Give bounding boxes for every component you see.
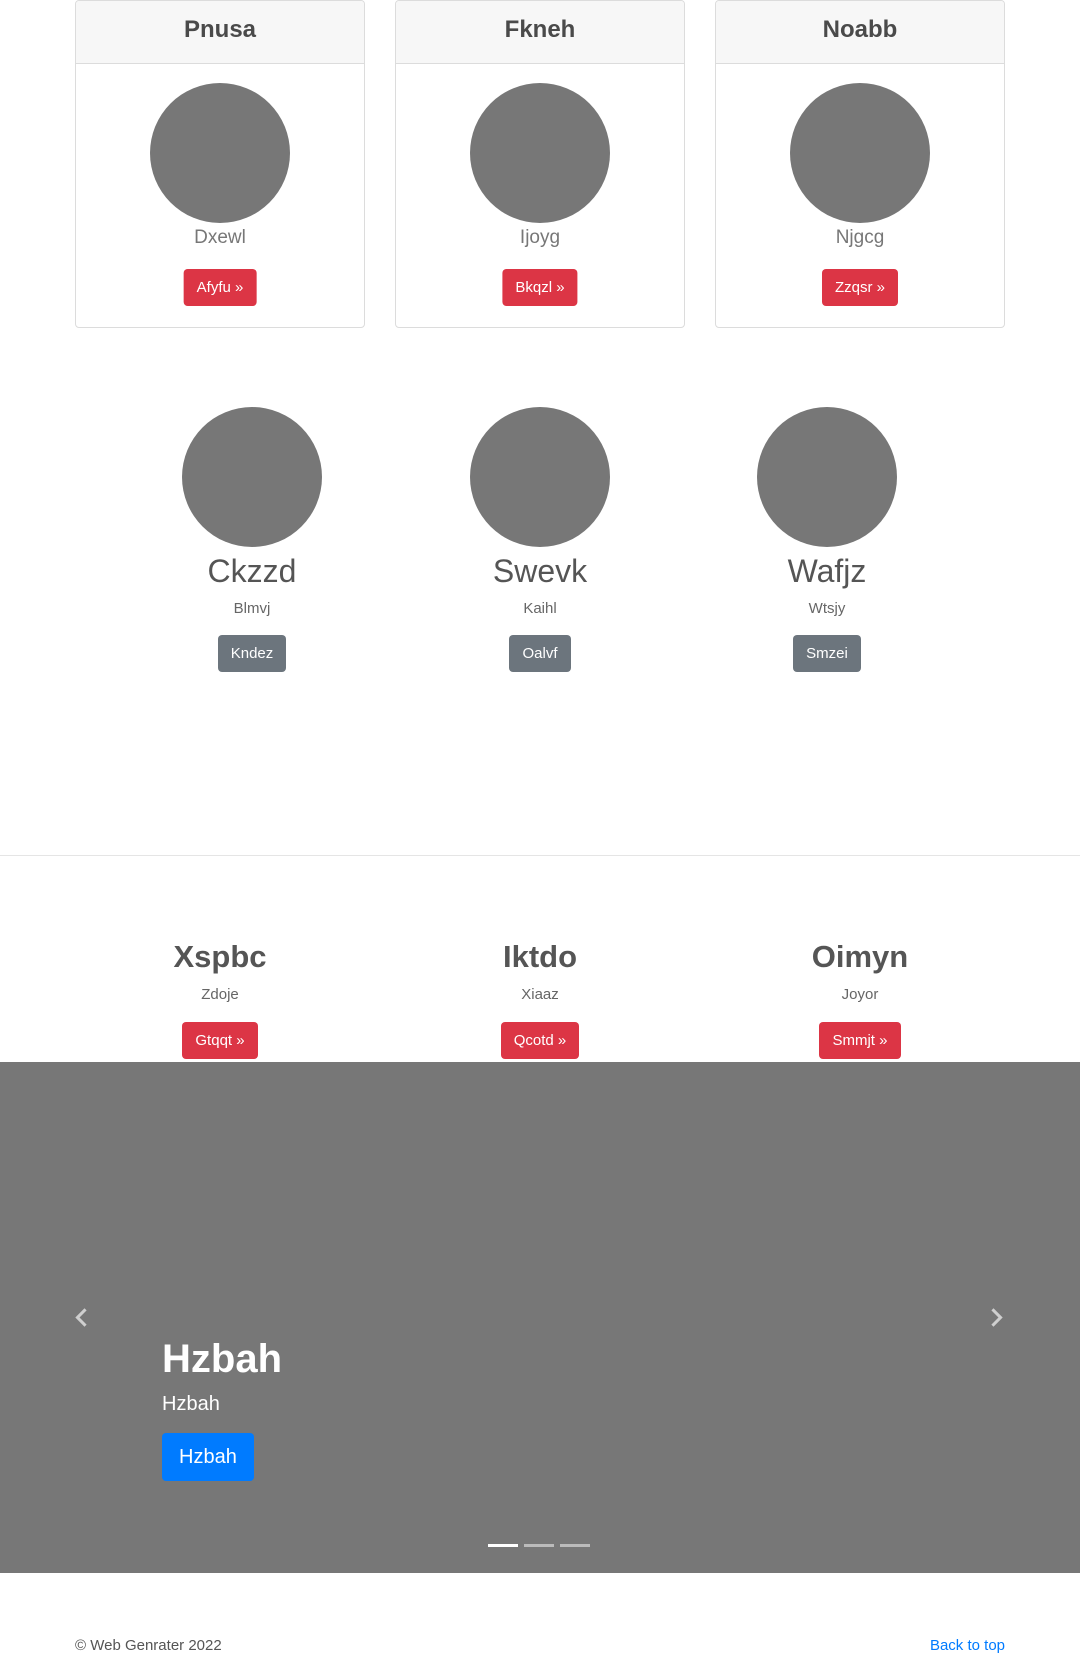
carousel-next-button[interactable]	[983, 1302, 1013, 1332]
card-button[interactable]: Zzqsr »	[821, 269, 899, 306]
card: Fkneh Ijoyg Bkqzl »	[395, 0, 685, 328]
column-text: Xiaaz	[521, 986, 559, 1003]
column-item: Oimyn Joyor Smmjt »	[740, 935, 980, 1059]
column-heading: Oimyn	[811, 939, 909, 974]
feature-item: Ckzzd Blmvj Kndez	[152, 407, 352, 672]
section-divider	[0, 855, 1080, 856]
avatar-placeholder	[182, 407, 322, 547]
column-button[interactable]: Smmjt »	[819, 1022, 901, 1059]
copyright-text: © Web Genrater 2022	[75, 1637, 222, 1654]
carousel-heading: Hzbah	[162, 1337, 282, 1381]
card-body: Njgcg Zzqsr »	[716, 64, 1004, 327]
footer: © Web Genrater 2022 Back to top	[75, 1637, 1005, 1661]
chevron-left-icon	[75, 1308, 94, 1327]
card: Pnusa Dxewl Afyfu »	[75, 0, 365, 328]
card-title: Noabb	[716, 1, 1004, 64]
column-heading: Xspbc	[173, 939, 267, 974]
column-item: Iktdo Xiaaz Qcotd »	[420, 935, 660, 1059]
column-heading: Iktdo	[502, 939, 578, 974]
avatar-placeholder	[470, 83, 610, 223]
feature-button[interactable]: Oalvf	[509, 635, 571, 672]
carousel-indicator[interactable]	[524, 1544, 554, 1547]
feature-button[interactable]: Kndez	[217, 635, 287, 672]
chevron-right-icon	[984, 1308, 1003, 1327]
card-button[interactable]: Bkqzl »	[502, 269, 578, 306]
feature-heading: Swevk	[492, 553, 588, 589]
carousel-caption: Hzbah Hzbah Hzbah	[162, 1335, 282, 1481]
card: Noabb Njgcg Zzqsr »	[715, 0, 1005, 328]
carousel-indicator[interactable]	[488, 1544, 518, 1547]
card-text: Dxewl	[194, 227, 246, 248]
column-button[interactable]: Gtqqt »	[182, 1022, 258, 1059]
card-body: Ijoyg Bkqzl »	[396, 64, 684, 327]
back-to-top-link[interactable]: Back to top	[930, 1637, 1005, 1654]
carousel-indicator[interactable]	[560, 1544, 590, 1547]
carousel-prev-button[interactable]	[66, 1302, 96, 1332]
feature-button[interactable]: Smzei	[793, 635, 861, 672]
card-text: Njgcg	[835, 227, 885, 248]
column-text: Zdoje	[201, 986, 239, 1003]
feature-heading: Ckzzd	[207, 553, 297, 589]
column-button[interactable]: Qcotd »	[500, 1022, 580, 1059]
avatar-placeholder	[150, 83, 290, 223]
card-text: Ijoyg	[519, 227, 561, 248]
carousel-indicators	[488, 1544, 590, 1547]
card-deck: Pnusa Dxewl Afyfu » Fkneh Ijoyg Bkqzl » …	[75, 0, 1005, 328]
avatar-placeholder	[790, 83, 930, 223]
card-title: Fkneh	[396, 1, 684, 64]
feature-text: Blmvj	[233, 600, 271, 617]
carousel-text: Hzbah	[162, 1393, 220, 1415]
feature-heading: Wafjz	[787, 553, 867, 589]
column-text: Joyor	[841, 986, 879, 1003]
feature-text: Wtsjy	[808, 600, 846, 617]
carousel-button[interactable]: Hzbah	[162, 1433, 254, 1481]
card-button[interactable]: Afyfu »	[183, 269, 257, 306]
card-body: Dxewl Afyfu »	[76, 64, 364, 327]
card-title: Pnusa	[76, 1, 364, 64]
column-item: Xspbc Zdoje Gtqqt »	[100, 935, 340, 1059]
avatar-placeholder	[470, 407, 610, 547]
feature-text: Kaihl	[523, 600, 557, 617]
feature-item: Wafjz Wtsjy Smzei	[727, 407, 927, 672]
avatar-placeholder	[757, 407, 897, 547]
feature-item: Swevk Kaihl Oalvf	[440, 407, 640, 672]
carousel: Hzbah Hzbah Hzbah	[0, 1062, 1080, 1573]
